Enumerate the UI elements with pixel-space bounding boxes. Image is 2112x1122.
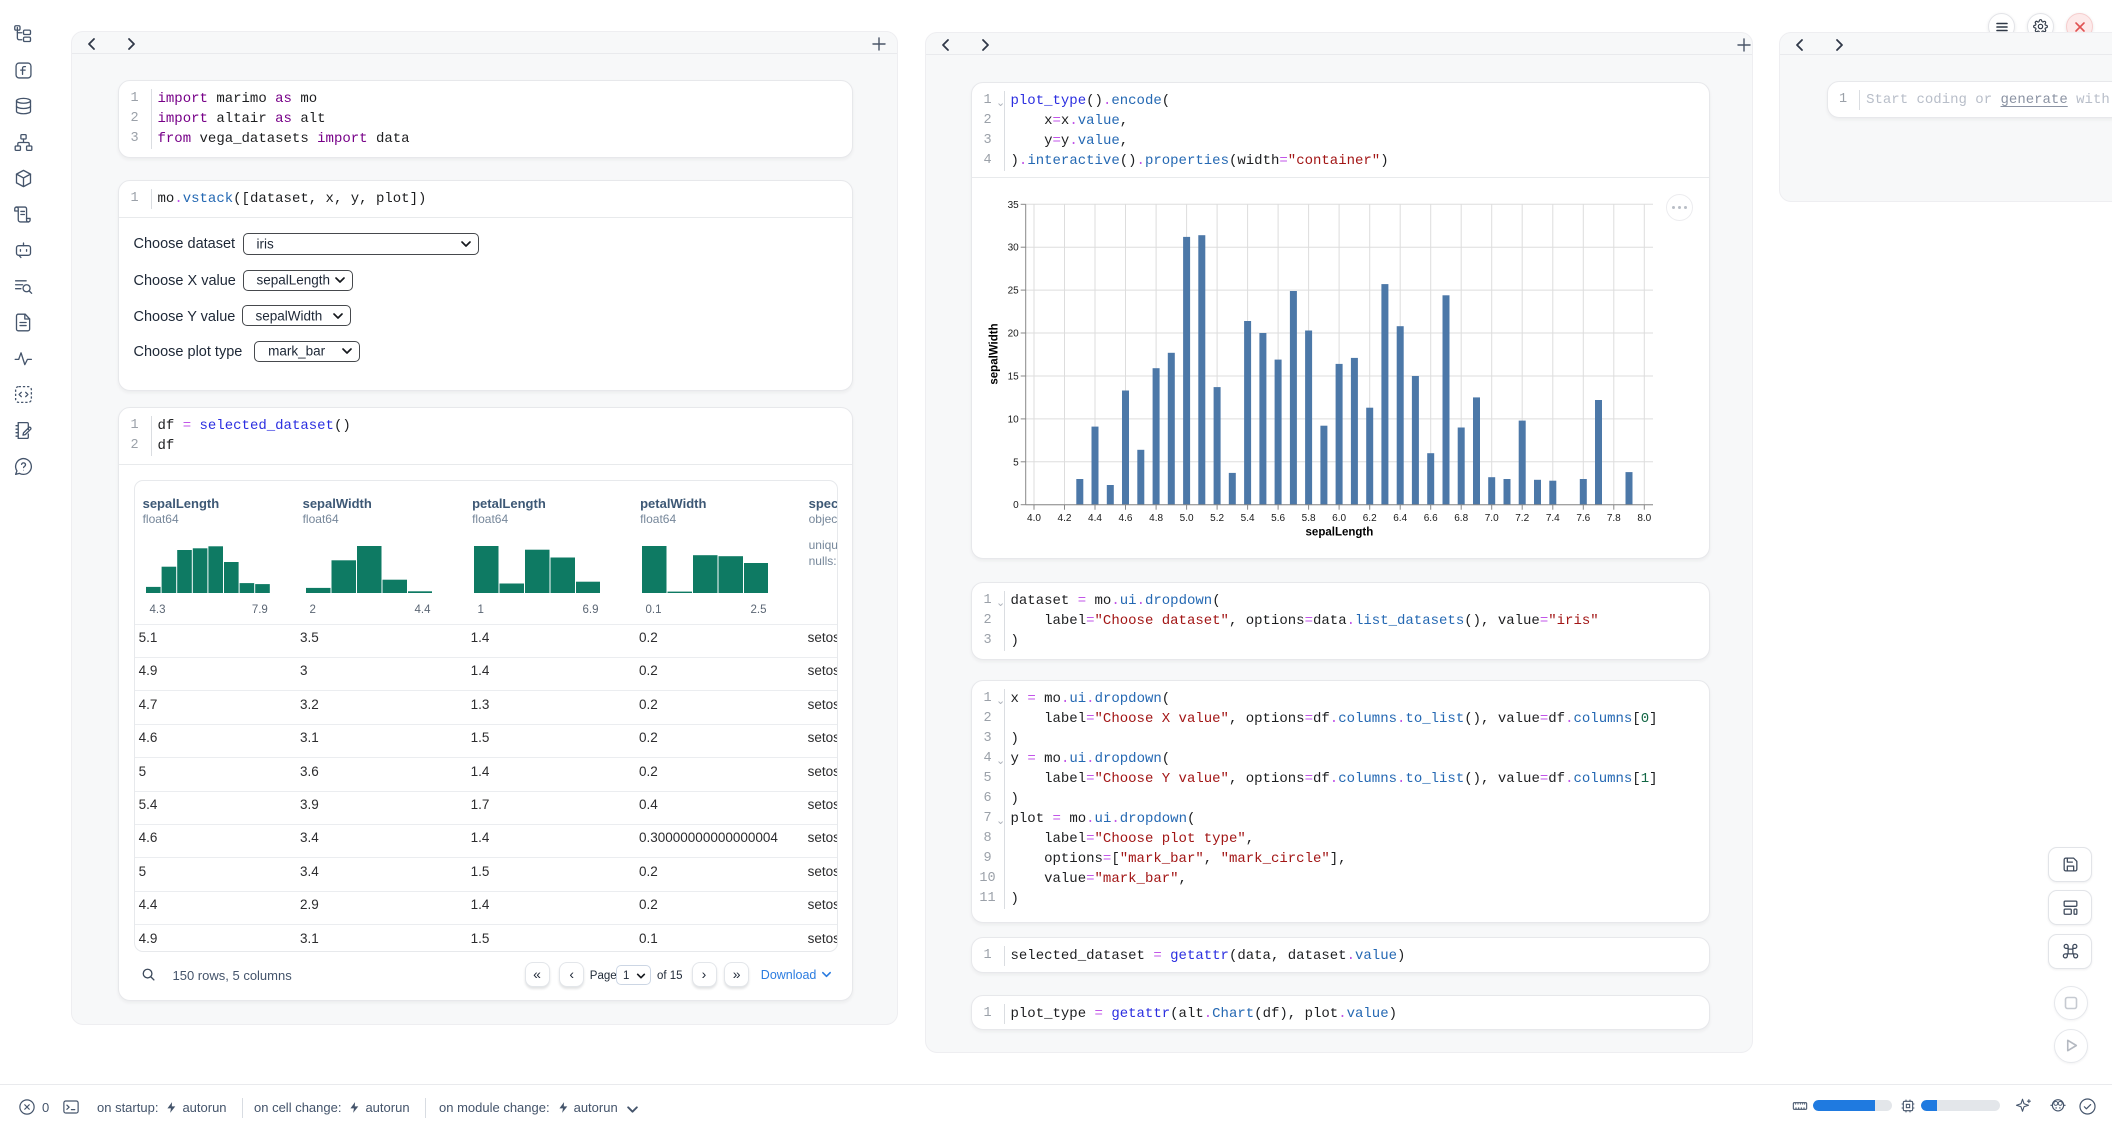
svg-text:4.2: 4.2 xyxy=(1058,513,1072,524)
svg-text:sepalWidth: sepalWidth xyxy=(989,323,1001,384)
svg-text:6.8: 6.8 xyxy=(1454,513,1468,524)
svg-text:20: 20 xyxy=(1008,328,1020,339)
svg-text:15: 15 xyxy=(1008,371,1020,382)
svg-text:5.2: 5.2 xyxy=(1210,513,1224,524)
svg-text:7.6: 7.6 xyxy=(1576,513,1590,524)
svg-text:4.4: 4.4 xyxy=(1088,513,1102,524)
svg-text:8.0: 8.0 xyxy=(1637,513,1651,524)
svg-text:5.8: 5.8 xyxy=(1302,513,1316,524)
svg-text:5.0: 5.0 xyxy=(1180,513,1194,524)
svg-text:5: 5 xyxy=(1013,457,1019,468)
svg-text:7.2: 7.2 xyxy=(1515,513,1529,524)
svg-text:35: 35 xyxy=(1008,199,1020,210)
svg-text:0: 0 xyxy=(1013,500,1019,511)
svg-text:4.8: 4.8 xyxy=(1149,513,1163,524)
svg-text:sepalLength: sepalLength xyxy=(1306,526,1374,538)
svg-text:7.8: 7.8 xyxy=(1607,513,1621,524)
svg-text:6.2: 6.2 xyxy=(1363,513,1377,524)
svg-text:4.0: 4.0 xyxy=(1027,513,1041,524)
svg-text:25: 25 xyxy=(1008,285,1020,296)
svg-text:7.0: 7.0 xyxy=(1485,513,1499,524)
svg-text:7.4: 7.4 xyxy=(1546,513,1560,524)
svg-text:5.6: 5.6 xyxy=(1271,513,1285,524)
svg-text:5.4: 5.4 xyxy=(1241,513,1255,524)
svg-text:6.4: 6.4 xyxy=(1393,513,1407,524)
svg-text:6.6: 6.6 xyxy=(1424,513,1438,524)
svg-text:10: 10 xyxy=(1008,414,1020,425)
svg-text:6.0: 6.0 xyxy=(1332,513,1346,524)
svg-text:4.6: 4.6 xyxy=(1119,513,1133,524)
svg-text:30: 30 xyxy=(1008,242,1020,253)
